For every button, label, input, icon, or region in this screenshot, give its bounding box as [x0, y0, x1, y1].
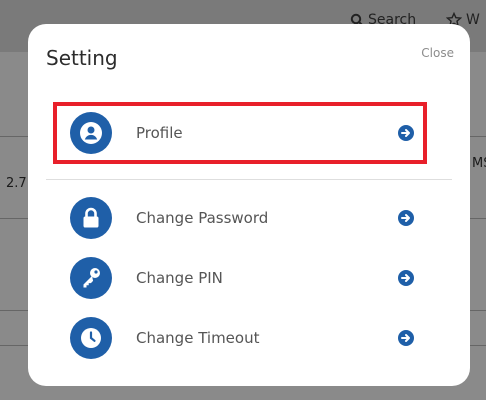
settings-item-profile[interactable]: Profile: [50, 103, 434, 163]
arrow-right-icon: [398, 270, 414, 286]
settings-item-change-pin[interactable]: Change PIN: [50, 248, 434, 308]
settings-item-change-password[interactable]: Change Password: [50, 188, 434, 248]
clock-icon: [70, 317, 112, 359]
settings-item-change-timeout[interactable]: Change Timeout: [50, 308, 434, 368]
user-circle-icon: [70, 112, 112, 154]
settings-item-label: Profile: [136, 124, 183, 142]
arrow-right-icon: [398, 330, 414, 346]
divider: [46, 179, 452, 180]
arrow-right-icon: [398, 125, 414, 141]
background-w-label: W: [466, 12, 480, 28]
close-button[interactable]: Close: [421, 46, 454, 60]
lock-icon: [70, 197, 112, 239]
background-left-number: 2.7: [6, 176, 27, 191]
settings-item-label: Change PIN: [136, 269, 223, 287]
modal-title: Setting: [46, 46, 118, 70]
key-icon: [70, 257, 112, 299]
settings-item-label: Change Password: [136, 209, 269, 227]
background-right-text: MS: [472, 156, 486, 171]
settings-item-label: Change Timeout: [136, 329, 260, 347]
settings-modal: Setting Close Profile Change Password Ch…: [28, 24, 470, 386]
arrow-right-icon: [398, 210, 414, 226]
